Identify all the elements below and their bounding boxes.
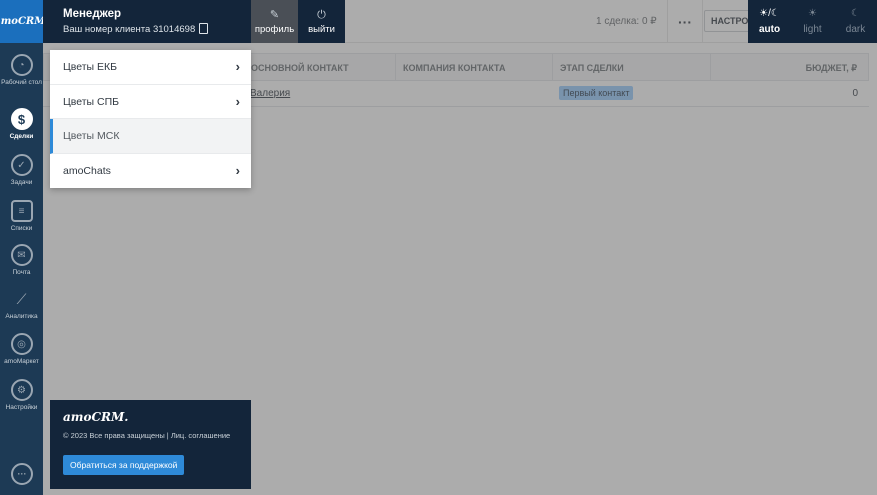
menu-item-amochats[interactable]: amoChats › — [50, 154, 251, 189]
sidebar-item-label: Рабочий стол — [1, 79, 42, 86]
checkmark-icon: ✓ — [10, 154, 33, 176]
sidebar-item-label: amoМаркет — [4, 358, 39, 365]
chart-icon: ⟋ — [16, 290, 27, 307]
sidebar-item-lists[interactable]: ≡ Списки — [0, 200, 43, 233]
theme-dark[interactable]: ☾ dark — [834, 0, 877, 43]
menu-item-msk[interactable]: Цветы МСК — [50, 119, 251, 154]
support-button[interactable]: Обратиться за поддержкой — [63, 455, 185, 475]
logout-label: выйти — [308, 23, 335, 35]
footer-logo: amoCRM. — [63, 410, 129, 424]
theme-auto[interactable]: ☀/☾ auto — [748, 0, 791, 43]
sidebar-item-label: Списки — [10, 225, 33, 232]
profile-button[interactable]: ✎ профиль — [251, 0, 298, 43]
sidebar-item-label: Сделки — [9, 133, 34, 140]
moon-icon: ☾ — [851, 8, 860, 19]
app-logo[interactable]: amoCRM. — [0, 0, 49, 43]
sidebar-item-dashboard[interactable]: ◔ Рабочий стол — [0, 54, 43, 87]
left-sidebar: amoCRM. ◔ Рабочий стол $ Сделки ✓ Задачи… — [0, 0, 49, 495]
theme-label: auto — [758, 24, 781, 35]
theme-label: dark — [845, 24, 866, 35]
menu-item-spb[interactable]: Цветы СПБ › — [50, 85, 251, 119]
chevron-right-icon: › — [235, 93, 240, 109]
menu-item-label: amoChats — [63, 164, 111, 177]
chevron-right-icon: › — [235, 59, 240, 74]
menu-item-label: Цветы ЕКБ — [63, 61, 118, 73]
profile-label: профиль — [254, 23, 295, 35]
sidebar-item-analytics[interactable]: ⟋ Аналитика — [0, 288, 43, 321]
sidebar-item-label: Аналитика — [5, 313, 38, 320]
menu-item-ekb[interactable]: Цветы ЕКБ › — [50, 50, 251, 85]
panel-footer: amoCRM. © 2023 Все права защищены | Лиц.… — [50, 400, 251, 489]
sidebar-item-label: Задачи — [10, 179, 33, 186]
theme-switcher: ☀/☾ auto ☀ light ☾ dark — [748, 0, 877, 43]
sun-icon: ☀ — [808, 8, 817, 19]
speedometer-icon: ◔ — [10, 54, 33, 76]
auto-theme-icon: ☀/☾ — [759, 8, 780, 19]
sidebar-item-settings[interactable]: ⚙ Настройки — [0, 379, 43, 412]
theme-label: light — [803, 24, 822, 35]
gear-icon: ⚙ — [10, 379, 33, 401]
dollar-icon: $ — [10, 108, 33, 130]
client-id: Ваш номер клиента 31014698 — [63, 24, 196, 35]
logout-button[interactable]: ⏻ выйти — [298, 0, 345, 43]
pipeline-menu: Цветы ЕКБ › Цветы СПБ › Цветы МСК amoCha… — [50, 50, 251, 188]
menu-item-label: Цветы МСК — [63, 130, 120, 142]
mail-icon: ✉ — [10, 244, 33, 266]
menu-item-label: Цветы СПБ — [63, 95, 120, 108]
copyright-text[interactable]: © 2023 Все права защищены | Лиц. соглаше… — [63, 431, 230, 440]
sidebar-item-label: Почта — [12, 269, 31, 276]
user-name: Менеджер — [63, 8, 122, 20]
sidebar-item-mail[interactable]: ✉ Почта — [0, 244, 43, 277]
sidebar-item-label: Настройки — [5, 404, 38, 411]
list-icon: ≡ — [10, 200, 33, 222]
chevron-right-icon: › — [235, 162, 240, 178]
power-icon: ⏻ — [317, 8, 326, 21]
sidebar-item-tasks[interactable]: ✓ Задачи — [0, 154, 43, 187]
copy-icon[interactable] — [199, 23, 208, 34]
pencil-icon: ✎ — [269, 8, 280, 21]
chat-icon[interactable]: ··· — [11, 463, 33, 485]
market-icon: ◎ — [10, 333, 33, 355]
sidebar-item-market[interactable]: ◎ amoМаркет — [0, 333, 43, 366]
user-panel-header: Менеджер Ваш номер клиента 31014698 — [43, 0, 251, 43]
sidebar-item-deals[interactable]: $ Сделки — [0, 108, 43, 141]
theme-light[interactable]: ☀ light — [791, 0, 834, 43]
